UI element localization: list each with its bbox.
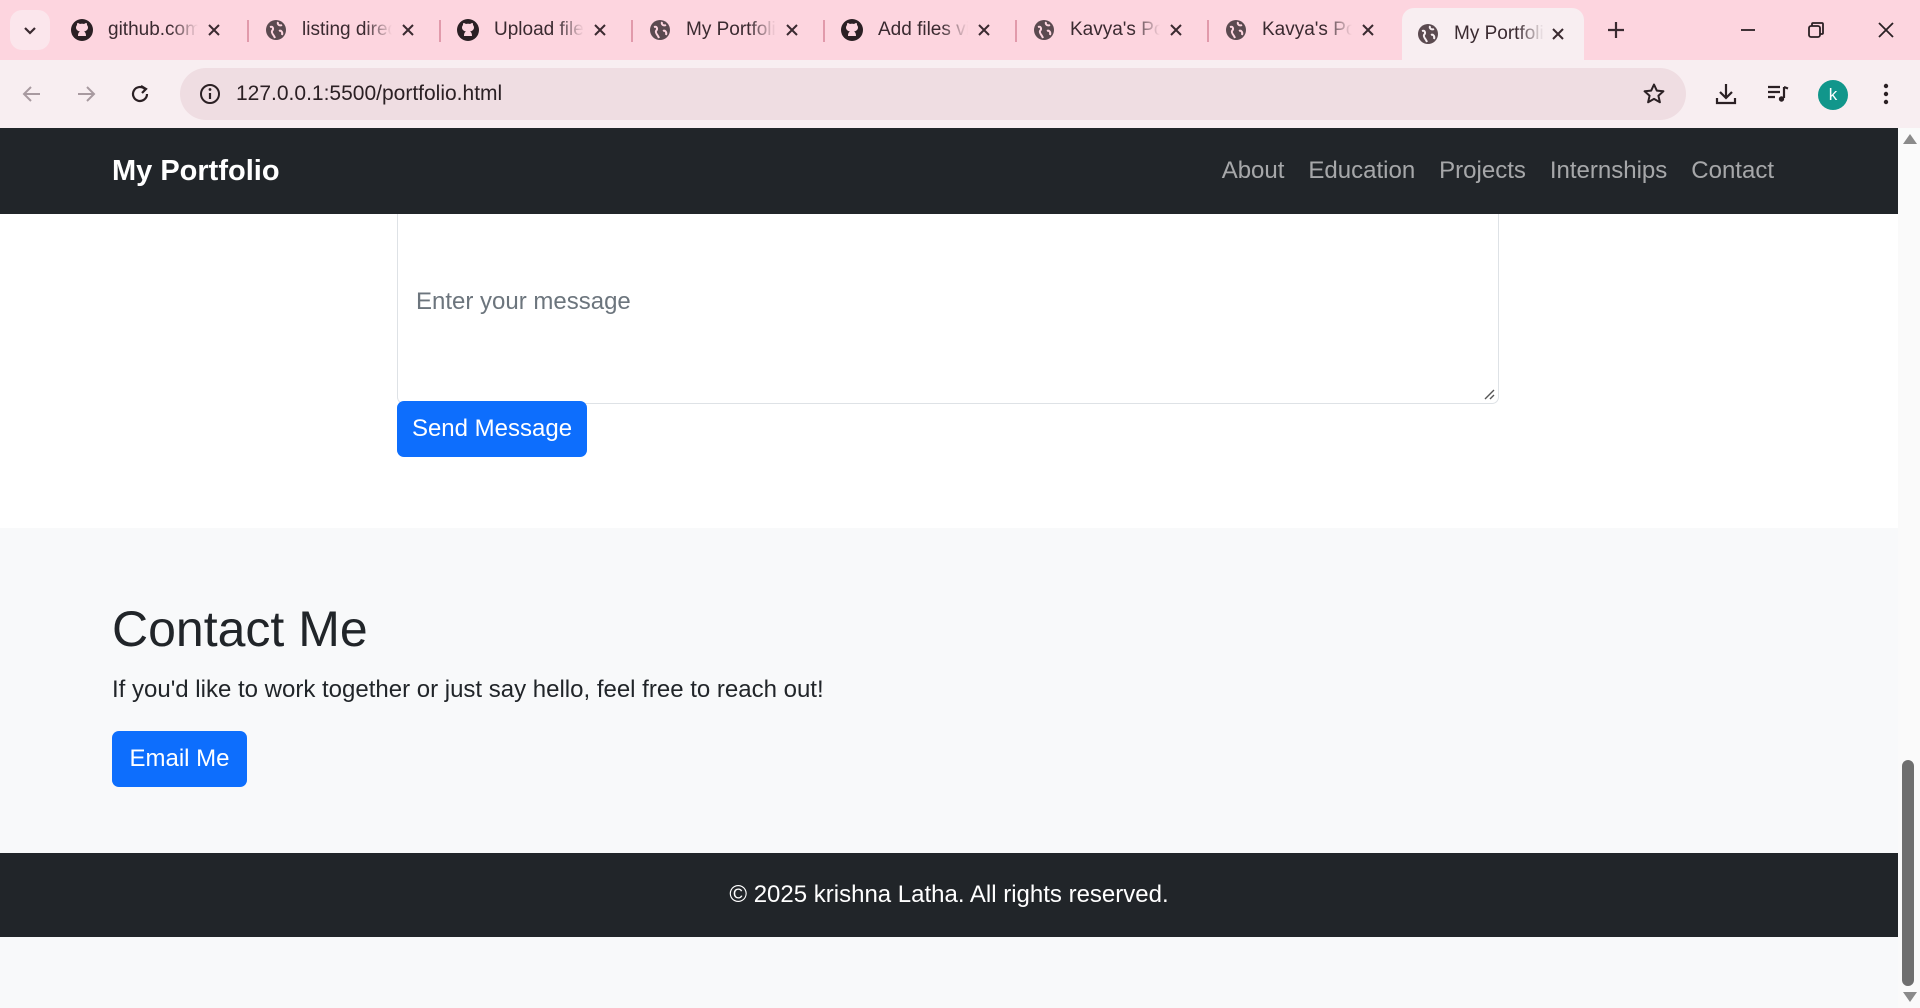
browser-tab[interactable]: github.com: [56, 10, 240, 50]
arrow-right-icon: [78, 86, 96, 102]
scrollbar-thumb[interactable]: [1902, 760, 1914, 986]
close-icon[interactable]: [1164, 18, 1188, 42]
profile-avatar[interactable]: k: [1818, 80, 1848, 110]
globe-icon: [648, 18, 672, 42]
bookmark-button[interactable]: [1636, 76, 1672, 112]
close-window-button[interactable]: [1852, 0, 1920, 60]
tab-separator: [1207, 20, 1209, 42]
tab-title: listing directory: [302, 19, 392, 40]
music-queue-icon: [1768, 85, 1789, 102]
scroll-down-arrow-icon[interactable]: [1903, 992, 1917, 1002]
arrow-left-icon: [22, 86, 40, 102]
globe-icon: [1032, 18, 1056, 42]
close-icon: [1878, 22, 1894, 38]
globe-icon: [1224, 18, 1248, 42]
nav-link-internships[interactable]: Internships: [1550, 157, 1667, 185]
tab-search-button[interactable]: [10, 10, 50, 50]
minimize-button[interactable]: [1714, 0, 1782, 60]
site-navbar: My Portfolio About Education Projects In…: [0, 128, 1898, 214]
close-icon[interactable]: [1546, 22, 1570, 46]
footer-copyright: © 2025 krishna Latha. All rights reserve…: [729, 881, 1169, 908]
browser-tab[interactable]: Kavya's Portfolio: [1018, 10, 1202, 50]
nav-link-projects[interactable]: Projects: [1439, 157, 1526, 185]
nav-link-about[interactable]: About: [1222, 157, 1285, 185]
browser-toolbar: 127.0.0.1:5500/portfolio.html k: [0, 60, 1920, 128]
close-icon[interactable]: [202, 18, 226, 42]
tab-title: My Portfolio: [686, 19, 776, 40]
restore-button[interactable]: [1782, 0, 1850, 60]
tab-separator: [439, 20, 441, 42]
tab-title: Upload files: [494, 19, 584, 40]
address-bar[interactable]: 127.0.0.1:5500/portfolio.html: [180, 68, 1686, 120]
forward-button[interactable]: [66, 74, 106, 114]
site-footer: © 2025 krishna Latha. All rights reserve…: [0, 853, 1898, 937]
vertical-scrollbar[interactable]: [1898, 128, 1920, 1008]
tab-strip: github.com listing directory Upload file…: [0, 0, 1920, 60]
close-icon[interactable]: [588, 18, 612, 42]
nav-link-education[interactable]: Education: [1308, 157, 1415, 185]
contact-heading: Contact Me: [112, 601, 368, 657]
url-text[interactable]: 127.0.0.1:5500/portfolio.html: [236, 68, 502, 120]
globe-icon: [1416, 22, 1440, 46]
close-icon[interactable]: [780, 18, 804, 42]
tab-separator: [247, 20, 249, 42]
page-bottom-area: [0, 937, 1898, 1008]
close-icon[interactable]: [972, 18, 996, 42]
info-icon: [200, 84, 220, 104]
contact-text: If you'd like to work together or just s…: [112, 676, 824, 703]
back-button[interactable]: [12, 74, 52, 114]
tab-title: Kavya's Portfolio: [1262, 19, 1352, 40]
browser-tab[interactable]: listing directory: [250, 10, 434, 50]
star-icon: [1643, 83, 1665, 104]
minimize-icon: [1741, 29, 1755, 31]
page-viewport: Enter your message Send Message My Portf…: [0, 128, 1898, 1008]
send-message-button[interactable]: Send Message: [397, 401, 587, 457]
contact-section: Contact Me If you'd like to work togethe…: [0, 528, 1898, 853]
chevron-down-icon: [24, 27, 36, 35]
tab-separator: [823, 20, 825, 42]
more-vert-icon: [1883, 83, 1889, 105]
globe-icon: [264, 18, 288, 42]
browser-tab[interactable]: My Portfolio: [634, 10, 818, 50]
navbar-links: About Education Projects Internships Con…: [1198, 128, 1774, 214]
reload-button[interactable]: [120, 74, 160, 114]
tab-separator: [1015, 20, 1017, 42]
scroll-up-arrow-icon[interactable]: [1903, 134, 1917, 144]
nav-link-contact[interactable]: Contact: [1691, 157, 1774, 185]
navbar-brand[interactable]: My Portfolio: [112, 128, 280, 214]
new-tab-button[interactable]: [1598, 12, 1634, 48]
browser-tab[interactable]: Add files via: [826, 10, 1010, 50]
browser-tab-active[interactable]: My Portfolio: [1402, 8, 1584, 60]
github-icon: [456, 18, 480, 42]
reload-icon: [131, 85, 149, 103]
close-icon[interactable]: [1356, 18, 1380, 42]
message-textarea[interactable]: Enter your message: [397, 188, 1499, 404]
tab-title: github.com: [108, 19, 198, 40]
email-me-button[interactable]: Email Me: [112, 731, 247, 787]
tab-title: Add files via: [878, 19, 968, 40]
media-controls-button[interactable]: [1758, 74, 1798, 114]
download-icon: [1715, 84, 1737, 105]
resize-handle-icon[interactable]: [1483, 388, 1495, 400]
tab-title: My Portfolio: [1454, 23, 1544, 44]
tab-title: Kavya's Portfolio: [1070, 19, 1160, 40]
site-info-button[interactable]: [192, 76, 228, 112]
menu-button[interactable]: [1866, 74, 1906, 114]
github-icon: [840, 18, 864, 42]
browser-tab[interactable]: Kavya's Portfolio: [1210, 10, 1394, 50]
browser-tab[interactable]: Upload files: [442, 10, 626, 50]
close-icon[interactable]: [396, 18, 420, 42]
plus-icon: [1608, 22, 1624, 38]
tab-separator: [631, 20, 633, 42]
message-placeholder: Enter your message: [416, 288, 631, 315]
restore-icon: [1808, 22, 1824, 38]
downloads-button[interactable]: [1706, 74, 1746, 114]
github-icon: [70, 18, 94, 42]
